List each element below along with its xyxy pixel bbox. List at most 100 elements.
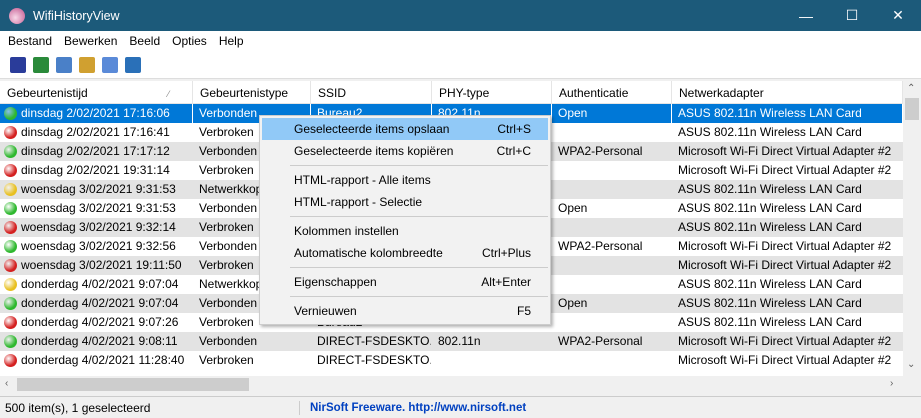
cell-text: woensdag 3/02/2021 19:11:50 — [21, 258, 182, 272]
status-green-icon — [4, 145, 17, 158]
cell-gebeurtenistijd: dinsdag 2/02/2021 17:16:41 — [0, 123, 193, 142]
copy-icon[interactable] — [56, 56, 72, 73]
scroll-up-icon[interactable]: ⌃ — [907, 83, 915, 94]
cell-text: ASUS 802.11n Wireless LAN Card — [678, 277, 862, 291]
column-header-1[interactable]: Gebeurtenistype — [193, 81, 311, 103]
cell-text: WPA2-Personal — [558, 239, 643, 253]
menu-item-shortcut: Alt+Enter — [481, 275, 531, 289]
column-header-3[interactable]: PHY-type — [432, 81, 552, 103]
toolbar — [0, 51, 921, 79]
context-menu-item[interactable]: HTML-rapport - Selectie — [262, 191, 548, 213]
cell-text: Open — [558, 201, 588, 215]
cell-gebeurtenistijd: woensdag 3/02/2021 9:32:14 — [0, 218, 193, 237]
cell-netwerkadapter: ASUS 802.11n Wireless LAN Card — [672, 104, 903, 123]
cell-gebeurtenistijd: donderdag 4/02/2021 9:07:04 — [0, 294, 193, 313]
save-icon[interactable] — [10, 56, 26, 73]
column-header-4[interactable]: Authenticatie — [552, 81, 672, 103]
nirsoft-link[interactable]: NirSoft Freeware. http://www.nirsoft.net — [300, 402, 526, 414]
status-green-icon — [4, 107, 17, 120]
cell-authenticatie: Open — [552, 104, 672, 123]
cell-gebeurtenistijd: dinsdag 2/02/2021 17:17:12 — [0, 142, 193, 161]
cell-authenticatie: WPA2-Personal — [552, 237, 672, 256]
cell-gebeurtenistijd: donderdag 4/02/2021 9:08:11 — [0, 332, 193, 351]
cell-phy-type: 802.11n — [432, 332, 552, 351]
menu-item-label: Kolommen instellen — [294, 224, 399, 238]
context-menu-item[interactable]: Geselecteerde items kopiëren Ctrl+C — [262, 140, 548, 162]
cell-text: Verbroken — [199, 125, 254, 139]
menu-item-label: HTML-rapport - Alle items — [294, 173, 431, 187]
cell-text: Netwerkkop — [199, 277, 263, 291]
menu-bar: Bestand Bewerken Beeld Opties Help — [0, 31, 921, 51]
context-menu-item[interactable]: HTML-rapport - Alle items — [262, 169, 548, 191]
html-report-icon[interactable] — [79, 56, 95, 73]
cell-netwerkadapter: Microsoft Wi-Fi Direct Virtual Adapter #… — [672, 161, 903, 180]
scroll-right-icon[interactable]: › — [890, 378, 893, 389]
cell-text: donderdag 4/02/2021 9:08:11 — [21, 334, 178, 348]
minimize-button[interactable]: — — [783, 0, 829, 31]
column-header-2[interactable]: SSID — [311, 81, 432, 103]
cell-text: DIRECT-FSDESKTO... — [317, 353, 432, 367]
cell-text: WPA2-Personal — [558, 144, 643, 158]
maximize-button[interactable]: ☐ — [829, 0, 875, 31]
cell-text: Verbonden — [199, 106, 258, 120]
cell-text: Verbonden — [199, 239, 258, 253]
column-header-row: Gebeurtenistijd ⁄ Gebeurtenistype SSID PHY-t… — [0, 81, 903, 104]
cell-gebeurtenistijd: dinsdag 2/02/2021 19:31:14 — [0, 161, 193, 180]
cell-text: Open — [558, 106, 588, 120]
cell-authenticatie — [552, 123, 672, 142]
context-menu-item[interactable]: Vernieuwen F5 — [262, 300, 548, 322]
cell-text: 802.11n — [438, 334, 481, 348]
table-row[interactable]: donderdag 4/02/2021 11:28:40 Verbroken DIR… — [0, 351, 903, 370]
context-menu-item[interactable]: Eigenschappen Alt+Enter — [262, 271, 548, 293]
menu-bestand[interactable]: Bestand — [2, 34, 58, 48]
cell-text: donderdag 4/02/2021 11:28:40 — [21, 353, 185, 367]
column-header-5[interactable]: Netwerkadapter — [672, 81, 903, 103]
properties-icon[interactable] — [102, 56, 118, 73]
menu-item-shortcut: Ctrl+S — [497, 122, 531, 136]
cell-text: ASUS 802.11n Wireless LAN Card — [678, 182, 862, 196]
horizontal-scrollbar[interactable]: ‹ › — [0, 376, 903, 393]
menu-bewerken[interactable]: Bewerken — [58, 34, 123, 48]
cell-netwerkadapter: ASUS 802.11n Wireless LAN Card — [672, 275, 903, 294]
cell-text: Microsoft Wi-Fi Direct Virtual Adapter #… — [678, 239, 892, 253]
status-green-icon — [4, 240, 17, 253]
cell-text: donderdag 4/02/2021 9:07:04 — [21, 296, 179, 310]
cell-netwerkadapter: ASUS 802.11n Wireless LAN Card — [672, 180, 903, 199]
cell-authenticatie — [552, 218, 672, 237]
cell-text: Verbroken — [199, 163, 254, 177]
refresh-icon[interactable] — [33, 56, 49, 73]
menu-beeld[interactable]: Beeld — [123, 34, 166, 48]
cell-text: Netwerkkop — [199, 182, 263, 196]
status-red-icon — [4, 259, 17, 272]
column-header-label: Gebeurtenistype — [200, 86, 289, 100]
vertical-scroll-thumb[interactable] — [905, 98, 919, 120]
context-menu-item[interactable]: Automatische kolombreedte Ctrl+Plus — [262, 242, 548, 264]
cell-netwerkadapter: ASUS 802.11n Wireless LAN Card — [672, 294, 903, 313]
exit-icon[interactable] — [125, 56, 141, 73]
close-button[interactable]: ✕ — [875, 0, 921, 31]
vertical-scrollbar[interactable]: ⌃ ⌄ — [903, 81, 921, 376]
cell-text: Verbroken — [199, 258, 254, 272]
scroll-left-icon[interactable]: ‹ — [5, 378, 8, 389]
cell-gebeurtenistijd: donderdag 4/02/2021 9:07:04 — [0, 275, 193, 294]
cell-netwerkadapter: ASUS 802.11n Wireless LAN Card — [672, 218, 903, 237]
horizontal-scroll-thumb[interactable] — [17, 378, 249, 391]
column-header-0[interactable]: Gebeurtenistijd ⁄ — [0, 81, 193, 103]
cell-text: Open — [558, 296, 588, 310]
menu-opties[interactable]: Opties — [166, 34, 213, 48]
menu-item-label: Vernieuwen — [294, 304, 357, 318]
status-red-icon — [4, 164, 17, 177]
cell-gebeurtenistijd: woensdag 3/02/2021 9:31:53 — [0, 199, 193, 218]
menu-help[interactable]: Help — [213, 34, 250, 48]
context-menu-item[interactable]: Kolommen instellen — [262, 220, 548, 242]
table-row[interactable]: donderdag 4/02/2021 9:08:11 Verbonden DIRE… — [0, 332, 903, 351]
context-menu-item[interactable]: Geselecteerde items opslaan Ctrl+S — [262, 118, 548, 140]
cell-text: Verbonden — [199, 334, 258, 348]
cell-text: Verbonden — [199, 201, 258, 215]
status-red-icon — [4, 126, 17, 139]
column-header-label: Gebeurtenistijd — [7, 86, 88, 100]
scroll-down-icon[interactable]: ⌄ — [907, 359, 915, 370]
cell-text: dinsdag 2/02/2021 17:16:41 — [21, 125, 170, 139]
cell-text: Microsoft Wi-Fi Direct Virtual Adapter #… — [678, 353, 892, 367]
window-title: WifiHistoryView — [33, 8, 120, 23]
